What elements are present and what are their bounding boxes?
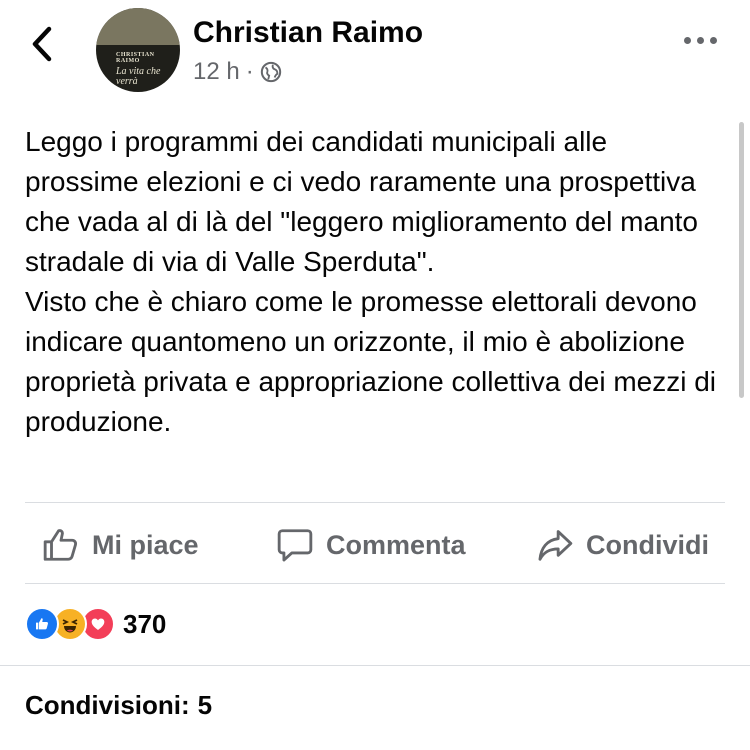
back-button[interactable] xyxy=(30,22,70,66)
chevron-left-icon xyxy=(32,26,52,62)
share-label: Condividi xyxy=(586,529,709,560)
post-text: Leggo i programmi dei candidati municipa… xyxy=(25,126,717,437)
more-dot-icon xyxy=(710,37,717,44)
reaction-count: 370 xyxy=(123,608,167,639)
thumbs-up-icon xyxy=(43,529,78,561)
globe-icon[interactable] xyxy=(260,61,282,83)
book-cover-title: La vita che verrà xyxy=(116,66,161,87)
more-options-button[interactable] xyxy=(684,37,717,44)
comment-icon xyxy=(277,529,313,562)
book-cover-author: CHRISTIAN RAIMO xyxy=(116,52,155,64)
comment-button[interactable]: Commenta xyxy=(276,519,466,571)
post-timestamp[interactable]: 12 h xyxy=(193,58,240,86)
shares-count[interactable]: Condivisioni: 5 xyxy=(25,690,212,721)
avatar[interactable]: CHRISTIAN RAIMO La vita che verrà xyxy=(96,8,180,92)
author-name[interactable]: Christian Raimo xyxy=(193,16,423,50)
like-label: Mi piace xyxy=(92,529,199,560)
shares-label: Condivisioni: xyxy=(25,690,190,720)
like-reaction-icon xyxy=(25,607,59,641)
divider xyxy=(25,502,725,503)
like-button[interactable]: Mi piace xyxy=(42,519,199,571)
meta-separator: · xyxy=(245,58,254,85)
scrollbar[interactable] xyxy=(739,122,744,398)
post-meta: 12 h · xyxy=(193,58,282,86)
more-dot-icon xyxy=(697,37,704,44)
comment-label: Commenta xyxy=(326,529,466,560)
share-arrow-icon xyxy=(538,530,573,561)
more-dot-icon xyxy=(684,37,691,44)
book-cover-image xyxy=(96,8,180,45)
divider xyxy=(25,583,725,584)
shares-number: 5 xyxy=(197,690,213,720)
book-cover-text: CHRISTIAN RAIMO La vita che verrà xyxy=(116,52,180,87)
share-button[interactable]: Condividi xyxy=(536,519,709,571)
reactions-summary[interactable]: 370 xyxy=(25,607,166,641)
divider xyxy=(0,665,750,666)
